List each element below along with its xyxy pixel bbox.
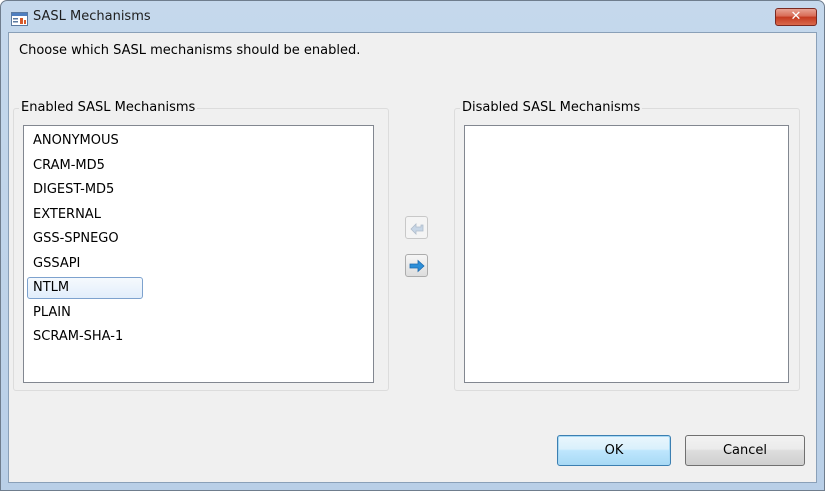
disabled-mechanisms-list[interactable]: [464, 125, 789, 383]
enabled-mechanisms-list[interactable]: ANONYMOUS CRAM-MD5 DIGEST-MD5 EXTERNAL GSS-S…: [23, 125, 374, 383]
mechanism-list-item[interactable]: GSS-SPNEGO: [27, 228, 143, 250]
mechanism-list-item[interactable]: SCRAM-SHA-1: [27, 326, 143, 348]
disable-mechanism-button[interactable]: [405, 254, 428, 277]
mechanism-list-item[interactable]: CRAM-MD5: [27, 155, 143, 177]
disabled-group-label: Disabled SASL Mechanisms: [460, 100, 643, 116]
mechanism-list-item[interactable]: DIGEST-MD5: [27, 179, 143, 201]
mechanism-list-item[interactable]: EXTERNAL: [27, 204, 143, 226]
mechanism-list-item[interactable]: GSSAPI: [27, 253, 143, 275]
mechanism-list-item[interactable]: ANONYMOUS: [27, 130, 143, 152]
cancel-button[interactable]: Cancel: [685, 435, 805, 466]
mechanism-list-item[interactable]: NTLM: [27, 277, 143, 299]
app-icon: [11, 11, 28, 26]
instruction-text: Choose which SASL mechanisms should be e…: [19, 43, 361, 58]
enable-mechanism-button[interactable]: [405, 216, 428, 239]
close-button[interactable]: ✕: [775, 8, 817, 26]
ok-button[interactable]: OK: [557, 435, 671, 466]
mechanism-list-item[interactable]: PLAIN: [27, 302, 143, 324]
window-title: SASL Mechanisms: [33, 9, 151, 24]
enabled-group-label: Enabled SASL Mechanisms: [19, 100, 198, 116]
title-bar[interactable]: SASL Mechanisms ✕: [1, 1, 824, 31]
close-icon: ✕: [790, 9, 802, 24]
